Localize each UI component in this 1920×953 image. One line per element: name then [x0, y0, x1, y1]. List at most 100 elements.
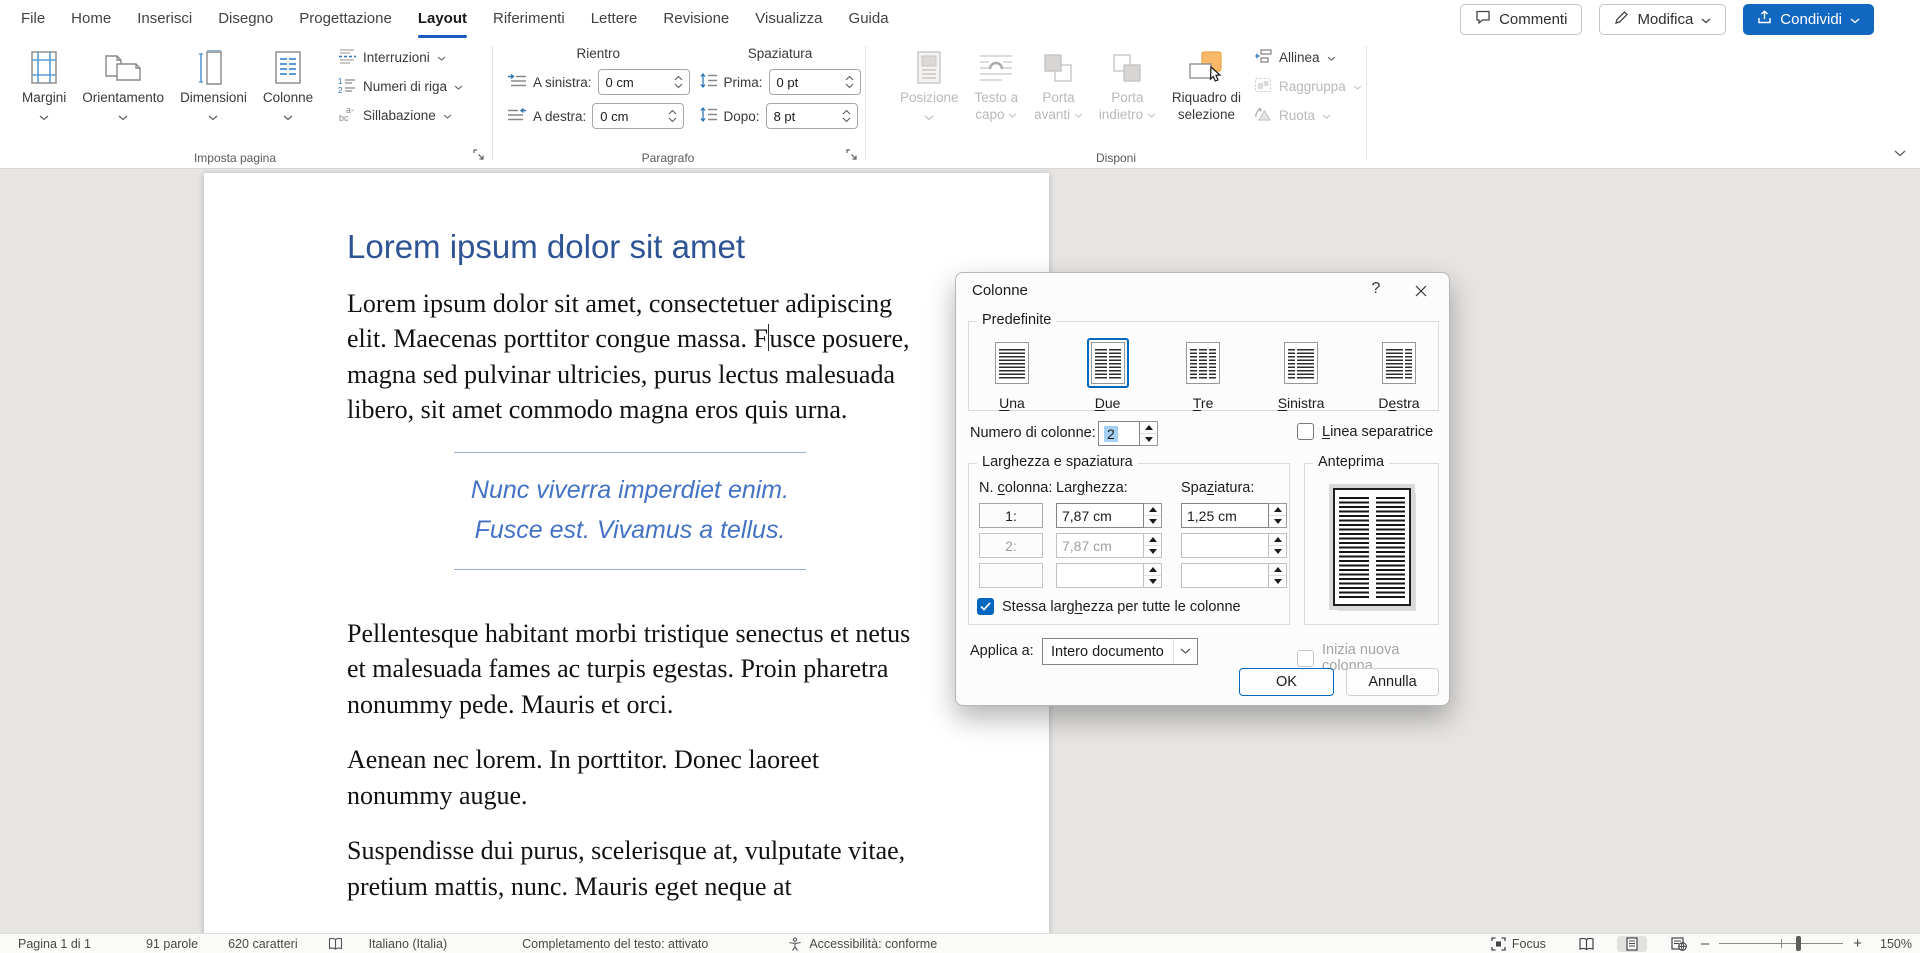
size-button[interactable]: Dimensioni: [172, 43, 255, 126]
spinner-arrows[interactable]: [1144, 503, 1162, 528]
tab-guida[interactable]: Guida: [836, 0, 902, 38]
equal-width-checkbox[interactable]: Stessa larghezza per tutte le colonne: [977, 598, 1241, 615]
spinner-arrows[interactable]: [674, 75, 689, 89]
focus-mode-button[interactable]: Focus: [1491, 937, 1546, 951]
comments-button[interactable]: Commenti: [1460, 4, 1582, 35]
proofing-icon[interactable]: [328, 937, 343, 951]
zoom-level[interactable]: 150%: [1880, 937, 1912, 951]
web-layout-button[interactable]: [1671, 937, 1687, 951]
line-numbers-button[interactable]: 12 Numeri di riga: [338, 77, 463, 96]
selection-pane-button[interactable]: Riquadro diselezione: [1164, 43, 1249, 123]
separator-line-checkbox[interactable]: Linea separatrice: [1297, 423, 1433, 440]
tab-file[interactable]: File: [8, 0, 58, 38]
cancel-button[interactable]: Annulla: [1346, 668, 1439, 696]
edit-mode-button[interactable]: Modifica: [1599, 4, 1726, 35]
apply-to-label: Applica a:: [970, 643, 1034, 659]
spinner-arrows: [1144, 563, 1162, 588]
word-window: File Home Inserisci Disegno Progettazion…: [0, 0, 1920, 953]
column-1-spacing-spinner[interactable]: 1,25 cm: [1181, 503, 1293, 528]
three-columns-icon: [1186, 342, 1220, 384]
chevron-down-icon: [443, 108, 452, 123]
spinner-arrows[interactable]: [1140, 421, 1158, 446]
orientation-button[interactable]: Orientamento: [74, 43, 172, 126]
language[interactable]: Italiano (Italia): [369, 937, 448, 951]
tab-riferimenti[interactable]: Riferimenti: [480, 0, 578, 38]
group-button: Raggruppa: [1254, 77, 1362, 96]
zoom-out-button[interactable]: –: [1701, 935, 1709, 952]
checkbox-box: [977, 598, 994, 615]
document-page[interactable]: Lorem ipsum dolor sit amet Lorem ipsum d…: [204, 173, 1049, 933]
tab-lettere[interactable]: Lettere: [578, 0, 651, 38]
preset-sinistra[interactable]: Sinistra: [1278, 338, 1325, 411]
close-button[interactable]: [1409, 280, 1433, 302]
tab-progettazione[interactable]: Progettazione: [286, 0, 405, 38]
tab-layout[interactable]: Layout: [405, 0, 480, 38]
preset-due[interactable]: Due: [1087, 338, 1129, 411]
indent-right-icon: [507, 107, 527, 125]
column-1-width-spinner[interactable]: 7,87 cm: [1056, 503, 1168, 528]
columns-button[interactable]: Colonne: [255, 43, 321, 126]
width-header: Larghezza:: [1056, 480, 1168, 498]
ok-button[interactable]: OK: [1239, 668, 1334, 696]
indent-right-input[interactable]: [592, 103, 684, 129]
margins-button[interactable]: Margini: [14, 43, 74, 126]
width-spacing-group-label: Larghezza e spaziatura: [977, 454, 1138, 470]
tab-inserisci[interactable]: Inserisci: [124, 0, 205, 38]
preset-una[interactable]: Una: [991, 338, 1033, 411]
spacing-before-label: Prima:: [724, 75, 763, 90]
spacing-after-input[interactable]: [766, 103, 858, 129]
page-count[interactable]: Pagina 1 di 1: [18, 937, 91, 951]
breaks-button[interactable]: Interruzioni: [338, 48, 463, 67]
preset-destra[interactable]: Destra: [1378, 338, 1420, 411]
zoom-in-button[interactable]: +: [1853, 935, 1862, 952]
column-2-number: 2:: [979, 533, 1043, 558]
preset-tre[interactable]: Tre: [1182, 338, 1224, 411]
spacing-before-input[interactable]: [769, 69, 861, 95]
char-count[interactable]: 620 caratteri: [228, 937, 297, 951]
hyphenation-button[interactable]: a-bc Sillabazione: [338, 106, 463, 125]
checkbox-box: [1297, 423, 1314, 440]
indent-left-input[interactable]: [598, 69, 690, 95]
apply-to-dropdown[interactable]: Intero documento: [1042, 638, 1198, 665]
share-button[interactable]: Condividi: [1743, 4, 1874, 35]
quote-line: Nunc viverra imperdiet enim.: [454, 470, 806, 510]
one-column-icon: [995, 342, 1029, 384]
read-mode-button[interactable]: [1578, 937, 1595, 951]
group-objects-icon: [1254, 77, 1272, 96]
word-count[interactable]: 91 parole: [146, 937, 198, 951]
width-spacing-groupbox: Larghezza e spaziatura N. colonna: Largh…: [968, 463, 1290, 625]
tab-home[interactable]: Home: [58, 0, 124, 38]
tab-visualizza[interactable]: Visualizza: [742, 0, 835, 38]
text-wrap-icon: [978, 48, 1014, 88]
chevron-down-icon: [437, 50, 446, 65]
collapse-ribbon-icon[interactable]: [1894, 144, 1906, 162]
group-label-paragrafo: Paragrafo: [493, 151, 843, 165]
text-completion[interactable]: Completamento del testo: attivato: [522, 937, 708, 951]
spinner-arrows[interactable]: [842, 109, 857, 123]
tab-disegno[interactable]: Disegno: [205, 0, 286, 38]
status-bar: Pagina 1 di 1 91 parole 620 caratteri It…: [0, 933, 1920, 953]
chevron-down-icon: [1322, 108, 1331, 123]
dialog-launcher-icon[interactable]: [473, 147, 484, 165]
tab-revisione[interactable]: Revisione: [650, 0, 742, 38]
zoom-slider-thumb[interactable]: [1796, 936, 1801, 951]
spinner-arrows[interactable]: [1269, 503, 1287, 528]
zoom-slider[interactable]: [1719, 943, 1843, 944]
columns-dialog: Colonne ? Predefinite Una Due: [955, 272, 1450, 706]
align-button[interactable]: Allinea: [1254, 48, 1362, 67]
document-text[interactable]: Lorem ipsum dolor sit amet Lorem ipsum d…: [347, 229, 913, 924]
chevron-down-icon: [454, 79, 463, 94]
dialog-launcher-icon[interactable]: [846, 147, 857, 165]
spinner-arrows: [1269, 563, 1287, 588]
spinner-arrows[interactable]: [845, 75, 860, 89]
number-of-columns-spinner[interactable]: 2: [1098, 421, 1158, 446]
paragraph: Suspendisse dui purus, scelerisque at, v…: [347, 833, 913, 904]
print-layout-button[interactable]: [1617, 936, 1647, 952]
column-2-spacing-spinner: [1181, 533, 1293, 558]
rotate-icon: [1254, 106, 1272, 125]
zoom-tick: [1781, 939, 1782, 948]
spinner-arrows[interactable]: [668, 109, 683, 123]
accessibility-status[interactable]: Accessibilità: conforme: [809, 937, 937, 951]
column-2-width-spinner: 7,87 cm: [1056, 533, 1168, 558]
help-button[interactable]: ?: [1365, 280, 1387, 298]
